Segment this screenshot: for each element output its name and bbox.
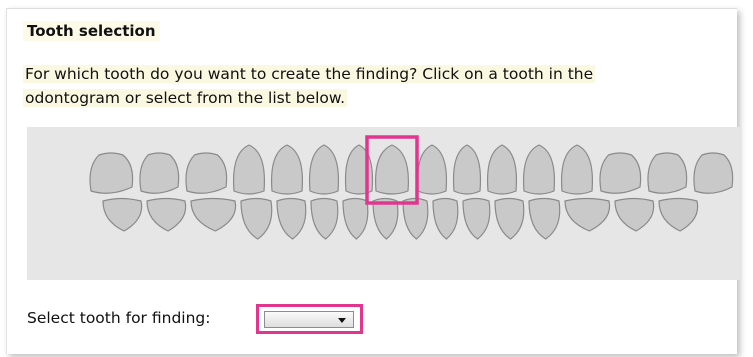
instructions-line-1: For which tooth do you want to create th… [23,65,596,83]
tooth-lower-14[interactable] [564,197,611,232]
tooth-upper-16[interactable] [693,152,734,194]
tooth-lower-13[interactable] [528,197,561,240]
chevron-down-icon [338,318,346,323]
tooth-lower-12[interactable] [494,197,525,240]
tooth-upper-5[interactable] [270,144,304,195]
tooth-lower-5[interactable] [276,197,307,240]
tooth-lower-3[interactable] [190,197,237,232]
tooth-upper-8[interactable] [374,144,410,195]
tooth-upper-15[interactable] [647,152,688,194]
tooth-upper-3[interactable] [185,152,228,194]
tooth-lower-10[interactable] [432,197,459,240]
tooth-upper-1[interactable] [89,152,134,194]
tooth-lower-6[interactable] [310,197,339,240]
tooth-lower-4[interactable] [240,197,273,240]
tooth-select-label: Select tooth for finding: [27,309,211,327]
tooth-upper-14[interactable] [599,152,642,194]
odontogram-svg[interactable] [27,127,740,280]
tooth-upper-6[interactable] [308,144,340,195]
dropdown-highlight [256,304,363,334]
tooth-upper-12[interactable] [522,144,556,195]
tooth-upper-13[interactable] [560,144,594,195]
instructions-text: For which tooth do you want to create th… [23,62,723,110]
tooth-lower-11[interactable] [462,197,491,240]
tooth-lower-16[interactable] [658,197,699,232]
tooth-selection-panel: Tooth selection For which tooth do you w… [6,8,740,354]
panel-title: Tooth selection [23,21,160,41]
tooth-upper-9[interactable] [416,144,448,195]
tooth-lower-15[interactable] [614,197,655,232]
tooth-upper-4[interactable] [232,144,266,195]
tooth-lower-7[interactable] [342,197,369,240]
tooth-upper-11[interactable] [486,144,518,195]
tooth-lower-2[interactable] [146,197,187,232]
instructions-line-2: odontogram or select from the list below… [23,89,348,107]
tooth-upper-2[interactable] [139,152,180,194]
odontogram[interactable] [27,127,740,280]
tooth-upper-10[interactable] [452,144,482,195]
tooth-lower-1[interactable] [102,197,143,232]
tooth-select-dropdown[interactable] [264,311,354,328]
